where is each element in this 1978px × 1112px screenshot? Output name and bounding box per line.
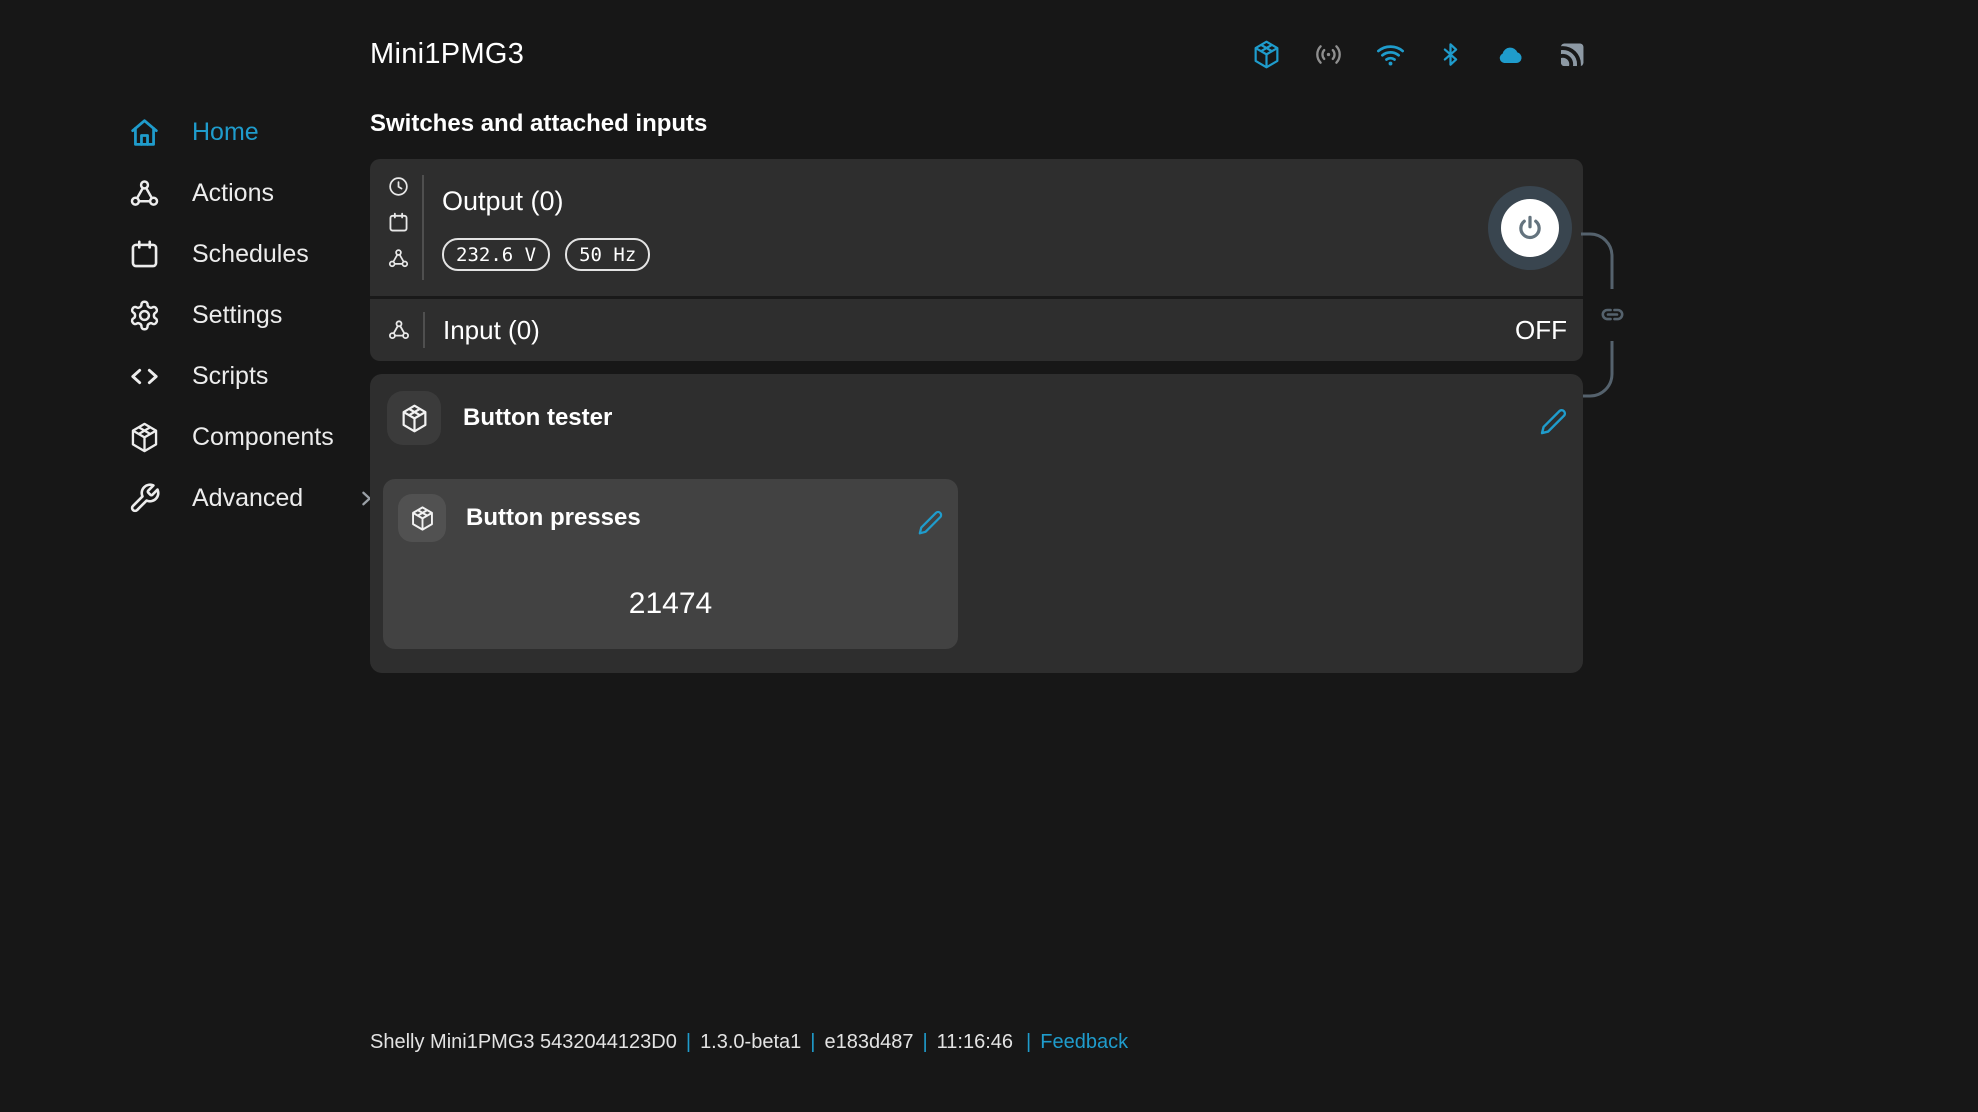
gear-icon: [128, 299, 161, 332]
actions-icon: [128, 177, 161, 210]
sidebar-item-settings[interactable]: Settings: [128, 297, 379, 333]
power-toggle-button[interactable]: [1488, 186, 1572, 270]
button-presses-title: Button presses: [466, 504, 641, 532]
input-state-value: OFF: [1515, 315, 1567, 346]
sidebar-item-schedules[interactable]: Schedules: [128, 236, 379, 272]
button-presses-header: Button presses: [383, 479, 958, 542]
power-button-face: [1501, 199, 1559, 257]
actions-icon: [387, 247, 410, 270]
sidebar-item-scripts[interactable]: Scripts: [128, 358, 379, 394]
main-content: Switches and attached inputs Output (0) …: [370, 112, 1583, 673]
link-icon: [1597, 299, 1628, 330]
sidebar-item-label: Actions: [192, 179, 274, 208]
cube-icon: [409, 505, 436, 532]
sidebar-item-label: Home: [192, 118, 259, 147]
frequency-badge: 50 Hz: [565, 238, 650, 271]
cloud-icon[interactable]: [1495, 39, 1526, 70]
input-title: Input (0): [425, 315, 1515, 346]
sidebar: Home Actions Schedules Settings Scripts …: [128, 114, 379, 516]
clock-icon: [387, 175, 410, 198]
device-title: Mini1PMG3: [370, 38, 524, 71]
edit-pencil-icon[interactable]: [917, 509, 944, 536]
status-bar: [1251, 36, 1588, 72]
sidebar-item-advanced[interactable]: Advanced: [128, 480, 379, 516]
component-avatar: [398, 494, 446, 542]
output-feature-icons: [370, 159, 410, 296]
power-icon: [1515, 213, 1545, 243]
radio-icon[interactable]: [1313, 39, 1344, 70]
bluetooth-icon[interactable]: [1437, 39, 1464, 70]
feedback-link[interactable]: Feedback: [1040, 1031, 1128, 1054]
footer: Shelly Mini1PMG3 5432044123D0 | 1.3.0-be…: [370, 1031, 1128, 1054]
cube-icon: [128, 421, 161, 454]
output-title: Output (0): [442, 186, 1488, 217]
footer-separator: |: [922, 1031, 927, 1054]
footer-device-id: Shelly Mini1PMG3 5432044123D0: [370, 1031, 677, 1054]
footer-separator: |: [686, 1031, 691, 1054]
wrench-icon: [128, 482, 161, 515]
cube-icon[interactable]: [1251, 39, 1282, 70]
footer-separator: |: [810, 1031, 815, 1054]
rss-icon[interactable]: [1557, 39, 1588, 70]
sidebar-item-actions[interactable]: Actions: [128, 175, 379, 211]
output-input-link-bracket: [1581, 232, 1629, 398]
calendar-icon: [387, 211, 410, 234]
sidebar-item-label: Advanced: [192, 484, 303, 513]
button-tester-card: Button tester Button presses 21474: [370, 374, 1583, 673]
button-tester-header: Button tester: [370, 374, 1583, 445]
code-icon: [128, 360, 161, 393]
output-badges: 232.6 V 50 Hz: [442, 238, 1488, 271]
sidebar-item-components[interactable]: Components: [128, 419, 379, 455]
footer-separator: |: [1026, 1031, 1031, 1054]
home-icon: [128, 116, 161, 149]
switch-card: Output (0) 232.6 V 50 Hz Input (0) OFF: [370, 159, 1583, 361]
component-avatar: [387, 391, 441, 445]
voltage-badge: 232.6 V: [442, 238, 550, 271]
sidebar-item-label: Settings: [192, 301, 282, 330]
footer-build: e183d487: [824, 1031, 913, 1054]
sidebar-item-label: Schedules: [192, 240, 309, 269]
output-content: Output (0) 232.6 V 50 Hz: [424, 159, 1488, 296]
footer-version: 1.3.0-beta1: [700, 1031, 801, 1054]
calendar-icon: [128, 238, 161, 271]
output-row[interactable]: Output (0) 232.6 V 50 Hz: [370, 159, 1583, 296]
button-presses-card: Button presses 21474: [383, 479, 958, 649]
sidebar-item-label: Components: [192, 423, 334, 452]
footer-time: 11:16:46: [937, 1031, 1013, 1054]
sidebar-item-home[interactable]: Home: [128, 114, 379, 150]
actions-icon: [387, 318, 411, 342]
wifi-icon[interactable]: [1375, 39, 1406, 70]
sidebar-item-label: Scripts: [192, 362, 268, 391]
section-title: Switches and attached inputs: [370, 112, 1583, 136]
button-tester-title: Button tester: [463, 404, 612, 432]
cube-icon: [399, 403, 430, 434]
edit-pencil-icon[interactable]: [1539, 407, 1568, 436]
button-presses-value: 21474: [383, 587, 958, 621]
input-row[interactable]: Input (0) OFF: [370, 299, 1583, 361]
